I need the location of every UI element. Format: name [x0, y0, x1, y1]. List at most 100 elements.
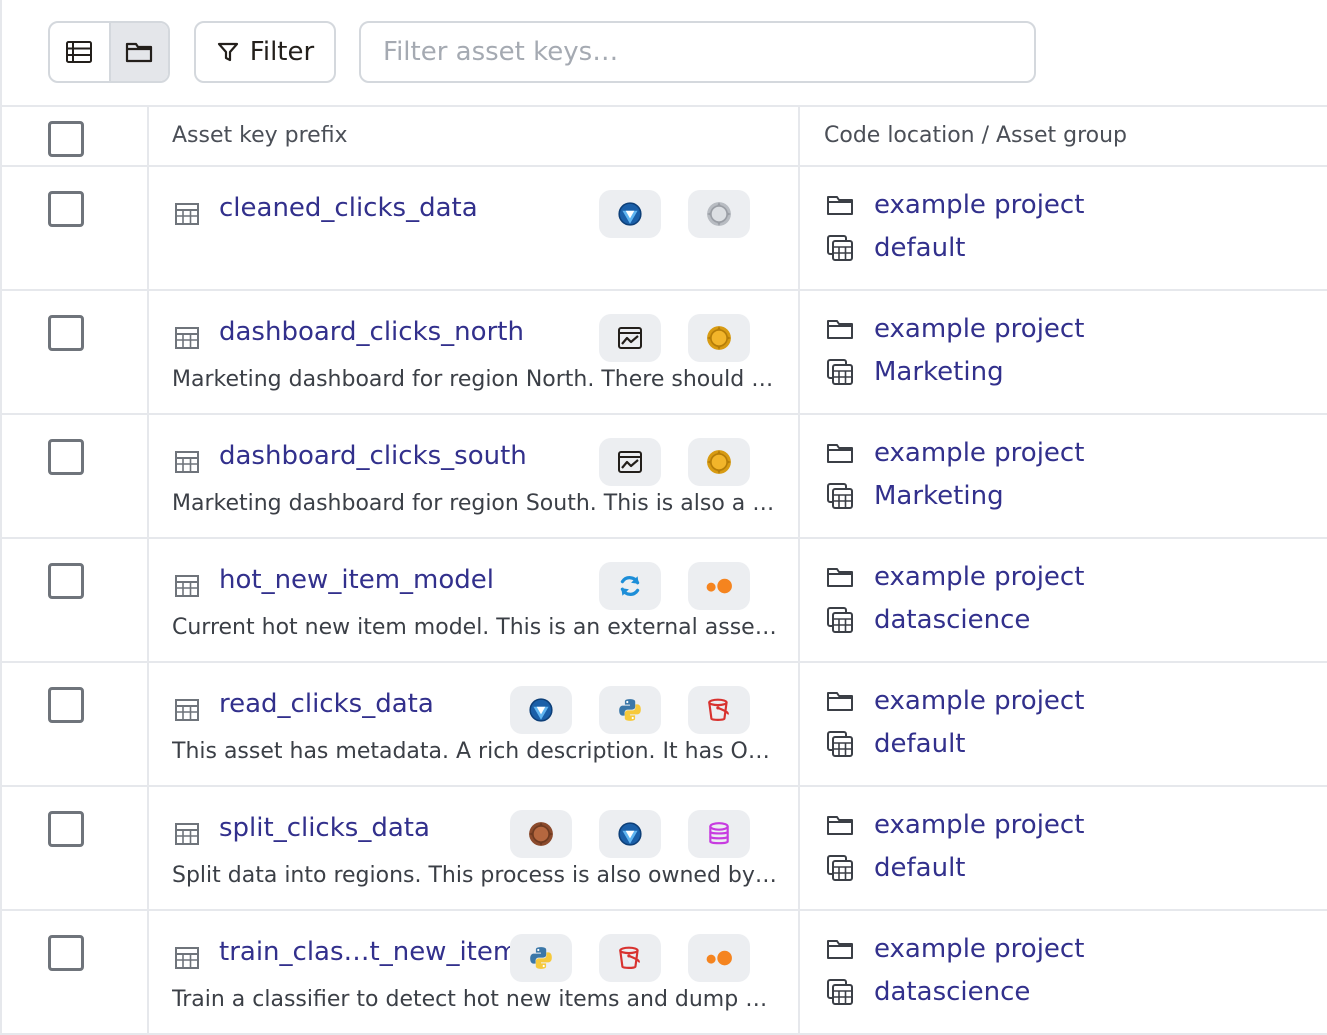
asset-group-icon [826, 854, 854, 882]
table-icon [174, 325, 200, 351]
asset-group: datascience [826, 977, 1030, 1007]
row-checkbox[interactable] [48, 563, 84, 599]
row-checkbox[interactable] [48, 315, 84, 351]
row-checkbox[interactable] [48, 811, 84, 847]
kind-tag[interactable] [599, 190, 661, 238]
asset-group-icon [826, 978, 854, 1006]
table-row: cleaned_clicks_data example project defaul… [0, 167, 1327, 291]
asset-key-link[interactable]: dashboard_clicks_north [219, 317, 524, 347]
kind-tag[interactable] [510, 810, 572, 858]
code-location: example project [826, 314, 1084, 344]
orange-dots-icon [704, 577, 734, 595]
column-divider [798, 539, 800, 663]
column-divider [147, 291, 149, 415]
kind-tag[interactable] [688, 190, 750, 238]
select-all-checkbox[interactable] [48, 121, 84, 157]
bucket-icon [617, 945, 643, 971]
asset-group-link[interactable]: default [874, 729, 965, 759]
code-location-link[interactable]: example project [874, 438, 1084, 468]
asset-group-link[interactable]: datascience [874, 977, 1030, 1007]
table-icon [174, 449, 200, 475]
globe-icon [528, 697, 554, 723]
asset-group-link[interactable]: default [874, 853, 965, 883]
row-checkbox[interactable] [48, 439, 84, 475]
asset-group-link[interactable]: default [874, 233, 965, 263]
asset-key-link[interactable]: cleaned_clicks_data [219, 193, 478, 223]
kind-tag[interactable] [510, 686, 572, 734]
asset-description: Marketing dashboard for region South. Th… [172, 491, 778, 516]
gear-badge-gold-icon [706, 449, 732, 475]
kind-tag[interactable] [688, 562, 750, 610]
column-divider [798, 663, 800, 787]
column-divider [147, 415, 149, 539]
table-icon [174, 573, 200, 599]
code-location: example project [826, 810, 1084, 840]
asset-table: Asset key prefix Code location / Asset g… [0, 107, 1327, 1035]
code-location: example project [826, 562, 1084, 592]
header-asset-key-prefix: Asset key prefix [172, 123, 348, 148]
gear-badge-gray-icon [706, 201, 732, 227]
kind-tag[interactable] [688, 686, 750, 734]
folder-icon [826, 689, 854, 713]
asset-key-search-input[interactable] [359, 21, 1036, 83]
asset-key-link[interactable]: dashboard_clicks_south [219, 441, 527, 471]
table-row: dashboard_clicks_south Marketing dashboar… [0, 415, 1327, 539]
code-location-link[interactable]: example project [874, 562, 1084, 592]
folder-icon [126, 42, 153, 63]
kind-tag[interactable] [599, 810, 661, 858]
row-checkbox[interactable] [48, 191, 84, 227]
folder-icon [826, 441, 854, 465]
kind-tag[interactable] [599, 686, 661, 734]
asset-group-icon [826, 358, 854, 386]
python-icon [617, 697, 643, 723]
column-divider [147, 663, 149, 787]
asset-key-link[interactable]: hot_new_item_model [219, 565, 494, 595]
code-location-link[interactable]: example project [874, 686, 1084, 716]
column-divider [798, 911, 800, 1035]
asset-group-icon [826, 234, 854, 262]
code-location-link[interactable]: example project [874, 934, 1084, 964]
kind-tag[interactable] [688, 438, 750, 486]
asset-group-link[interactable]: Marketing [874, 357, 1004, 387]
code-location: example project [826, 934, 1084, 964]
row-checkbox[interactable] [48, 687, 84, 723]
bucket-icon [706, 697, 732, 723]
filter-button[interactable]: Filter [194, 21, 336, 83]
kind-tag[interactable] [599, 438, 661, 486]
kind-tag[interactable] [599, 314, 661, 362]
asset-group: default [826, 729, 965, 759]
table-row: hot_new_item_model Current hot new item m… [0, 539, 1327, 663]
table-icon [174, 821, 200, 847]
asset-key-link[interactable]: train_clas…t_new_item [219, 937, 518, 967]
dashboard-chart-icon [617, 449, 643, 475]
asset-description: Split data into regions. This process is… [172, 863, 778, 888]
column-divider [798, 787, 800, 911]
row-checkbox[interactable] [48, 935, 84, 971]
asset-group: default [826, 233, 965, 263]
asset-group-link[interactable]: Marketing [874, 481, 1004, 511]
list-view-button[interactable] [50, 23, 109, 81]
asset-group-link[interactable]: datascience [874, 605, 1030, 635]
folder-view-button[interactable] [108, 23, 168, 81]
kind-tag[interactable] [599, 934, 661, 982]
sync-icon [617, 573, 643, 599]
code-location-link[interactable]: example project [874, 314, 1084, 344]
code-location-link[interactable]: example project [874, 810, 1084, 840]
column-divider [798, 107, 800, 167]
asset-key-link[interactable]: read_clicks_data [219, 689, 434, 719]
kind-tag[interactable] [510, 934, 572, 982]
kind-tag[interactable] [688, 934, 750, 982]
asset-key-link[interactable]: split_clicks_data [219, 813, 430, 843]
folder-icon [826, 937, 854, 961]
kind-tag[interactable] [599, 562, 661, 610]
view-toggle [48, 21, 170, 83]
kind-tag[interactable] [688, 810, 750, 858]
column-divider [147, 911, 149, 1035]
list-view-icon [66, 41, 93, 63]
code-location-link[interactable]: example project [874, 190, 1084, 220]
column-divider [147, 107, 149, 167]
toolbar: Filter [0, 0, 1327, 107]
column-divider [798, 415, 800, 539]
kind-tag[interactable] [688, 314, 750, 362]
code-location: example project [826, 686, 1084, 716]
